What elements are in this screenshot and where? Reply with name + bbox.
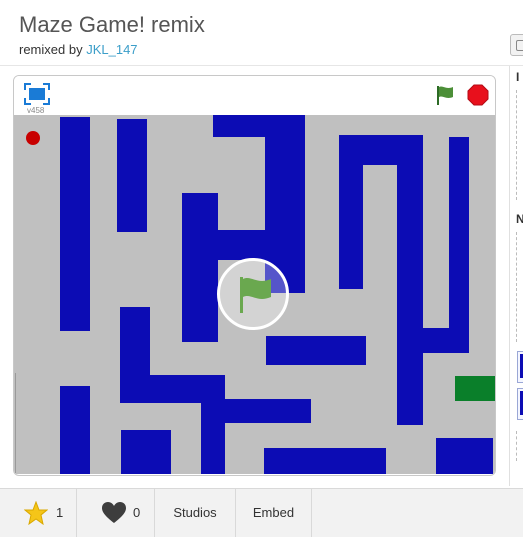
side-divider bbox=[516, 90, 523, 200]
remix-thumbnail[interactable] bbox=[517, 388, 523, 420]
studios-button[interactable]: Studios bbox=[155, 489, 236, 537]
studios-label: Studios bbox=[173, 505, 217, 520]
see-inside-button[interactable] bbox=[510, 34, 523, 56]
remix-thumbnail[interactable] bbox=[517, 351, 523, 383]
remixed-by-label: remixed by bbox=[19, 42, 83, 57]
maze-wall bbox=[423, 328, 469, 353]
maze-wall bbox=[449, 137, 469, 353]
green-flag-icon bbox=[240, 277, 271, 313]
remixed-by-line: remixed by JKL_147 bbox=[19, 42, 138, 57]
maze-wall bbox=[264, 448, 386, 474]
project-stats-bar: 1 0 Studios Embed bbox=[0, 488, 523, 537]
maze-wall bbox=[266, 336, 366, 365]
love-button[interactable]: 0 bbox=[77, 489, 155, 537]
player-sprite bbox=[26, 131, 40, 145]
side-panel-heading: N bbox=[516, 212, 523, 226]
window-icon bbox=[516, 40, 523, 51]
side-panel-heading: I bbox=[516, 70, 520, 84]
maze-goal bbox=[455, 376, 495, 401]
project-title: Maze Game! remix bbox=[19, 12, 205, 37]
maze-wall bbox=[225, 399, 311, 423]
embed-label: Embed bbox=[252, 505, 295, 520]
version-label: v458 bbox=[27, 106, 45, 115]
header-divider bbox=[0, 65, 523, 66]
side-divider bbox=[516, 232, 523, 342]
heart-icon bbox=[102, 502, 126, 523]
stage-edge-line bbox=[15, 373, 16, 473]
stage[interactable] bbox=[14, 115, 495, 474]
player-controls-bar: v458 bbox=[14, 76, 495, 115]
favorites-count: 1 bbox=[56, 505, 64, 520]
stop-icon[interactable] bbox=[467, 84, 489, 106]
side-panel: I N bbox=[509, 66, 523, 486]
embed-button[interactable]: Embed bbox=[236, 489, 312, 537]
maze-wall bbox=[213, 115, 305, 137]
maze-wall bbox=[436, 438, 493, 474]
loves-count: 0 bbox=[133, 505, 141, 520]
play-overlay-button[interactable] bbox=[217, 258, 289, 330]
maze-wall bbox=[182, 193, 218, 342]
maze-wall bbox=[60, 386, 90, 474]
maze-wall bbox=[121, 430, 171, 474]
star-icon bbox=[24, 501, 48, 525]
green-flag-icon[interactable] bbox=[434, 84, 456, 106]
project-player: v458 bbox=[13, 75, 496, 476]
side-divider bbox=[516, 431, 523, 461]
maze-wall bbox=[218, 230, 265, 260]
favorite-button[interactable]: 1 bbox=[0, 489, 77, 537]
maze-wall bbox=[120, 307, 150, 403]
maze-wall bbox=[117, 119, 147, 232]
maze-wall bbox=[339, 135, 423, 165]
remix-author-link[interactable]: JKL_147 bbox=[86, 42, 137, 57]
maze-wall bbox=[60, 117, 90, 331]
maze-wall bbox=[339, 165, 363, 289]
fullscreen-icon[interactable] bbox=[24, 83, 50, 105]
maze-wall bbox=[397, 165, 423, 425]
maze-wall bbox=[201, 375, 225, 474]
